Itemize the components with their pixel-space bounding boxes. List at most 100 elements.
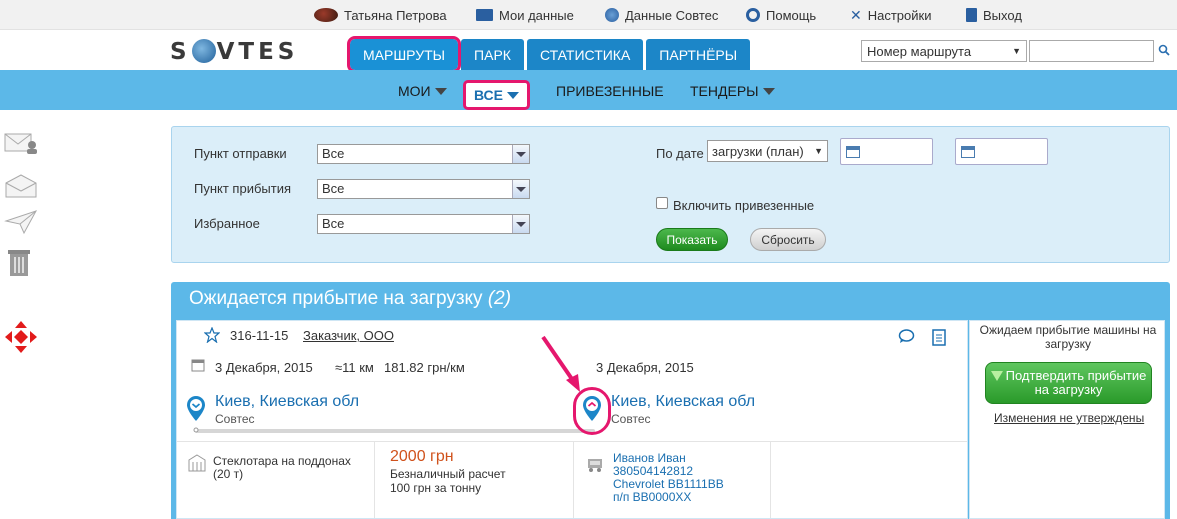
search-type-value: Номер маршрута bbox=[867, 43, 972, 59]
search-input[interactable] bbox=[1029, 40, 1154, 62]
truck-icon bbox=[586, 456, 604, 477]
tab-statistics[interactable]: СТАТИСТИКА bbox=[526, 39, 644, 70]
cargo-weight: (20 т) bbox=[213, 467, 244, 481]
include-delivered-label: Включить привезенные bbox=[673, 198, 815, 213]
open-mail-icon[interactable] bbox=[4, 173, 38, 202]
section-title: Ожидается прибытие на загрузку (2) bbox=[189, 288, 511, 310]
to-company: Совтес bbox=[611, 412, 651, 426]
arrow-down-icon bbox=[990, 371, 1003, 381]
door-icon bbox=[966, 8, 977, 22]
subnav-delivered[interactable]: ПРИВЕЗЕННЫЕ bbox=[556, 83, 664, 99]
rate-per-km: 181.82 грн/км bbox=[384, 360, 465, 375]
subnav-tenders-label: ТЕНДЕРЫ bbox=[690, 83, 759, 99]
driver-phone[interactable]: 380504142812 bbox=[613, 464, 693, 478]
logout-label: Выход bbox=[983, 7, 1022, 23]
id-card-icon bbox=[476, 9, 493, 21]
calendar-icon[interactable] bbox=[846, 146, 860, 158]
arrival-date: 3 Декабря, 2015 bbox=[596, 360, 694, 375]
favorite-label: Избранное bbox=[194, 216, 260, 231]
help-link[interactable]: Помощь bbox=[746, 6, 816, 24]
lifebuoy-icon bbox=[746, 8, 760, 22]
annotation-arrow-icon bbox=[541, 335, 580, 392]
distance: ≈11 км bbox=[335, 360, 374, 375]
include-delivered-checkbox[interactable] bbox=[656, 197, 668, 209]
arrival-select[interactable]: Все bbox=[317, 179, 530, 199]
subnav-delivered-label: ПРИВЕЗЕННЫЕ bbox=[556, 83, 664, 99]
changes-not-approved-link[interactable]: Изменения не утверждены bbox=[994, 411, 1144, 425]
subnav-mine-label: МОИ bbox=[398, 83, 431, 99]
chevron-down-icon bbox=[507, 91, 520, 99]
to-city[interactable]: Киев, Киевская обл bbox=[611, 393, 755, 411]
send-icon[interactable] bbox=[4, 209, 38, 238]
logout-link[interactable]: Выход bbox=[966, 6, 1022, 24]
logo-right: VTES bbox=[216, 39, 299, 65]
subnav-mine[interactable]: МОИ bbox=[398, 83, 447, 99]
date-to-input[interactable] bbox=[955, 138, 1048, 165]
tab-routes[interactable]: МАРШРУТЫ bbox=[346, 36, 462, 73]
my-data-link[interactable]: Мои данные bbox=[476, 6, 574, 24]
confirm-arrival-button[interactable]: Подтвердить прибытие на загрузку bbox=[985, 362, 1152, 404]
vehicle-plate[interactable]: Chevrolet BB1111BB bbox=[613, 477, 724, 491]
departure-date: 3 Декабря, 2015 bbox=[215, 360, 313, 375]
trailer-plate[interactable]: п/п BB0000XX bbox=[613, 490, 691, 504]
move-arrows-icon[interactable] bbox=[4, 320, 38, 357]
date-type-value: загрузки (план) bbox=[712, 143, 804, 159]
calendar-icon[interactable] bbox=[961, 146, 975, 158]
user-name: Татьяна Петрова bbox=[344, 7, 447, 23]
trash-icon[interactable] bbox=[4, 248, 38, 281]
dropdown-arrow-icon bbox=[512, 145, 529, 163]
subnav-all-label: ВСЕ bbox=[473, 87, 504, 103]
sovtes-data-link[interactable]: Данные Совтес bbox=[605, 6, 718, 24]
arrival-value: Все bbox=[322, 181, 345, 196]
top-bar: Татьяна Петрова Мои данные Данные Совтес… bbox=[0, 0, 1177, 30]
dropdown-arrow-icon: ▼ bbox=[1012, 46, 1021, 56]
from-company: Совтес bbox=[215, 412, 255, 426]
favorite-select[interactable]: Все bbox=[317, 214, 530, 234]
globe-logo-icon bbox=[191, 39, 216, 63]
tab-partners[interactable]: ПАРТНЁРЫ bbox=[646, 39, 751, 70]
date-from-input[interactable] bbox=[840, 138, 933, 165]
date-type-select[interactable]: загрузки (план) ▼ bbox=[707, 140, 828, 162]
main-tabs: МАРШРУТЫ ПАРК СТАТИСТИКА ПАРТНЁРЫ bbox=[346, 36, 751, 73]
comment-icon[interactable] bbox=[898, 329, 915, 347]
search-type-select[interactable]: Номер маршрута ▼ bbox=[861, 40, 1027, 62]
section-count: (2) bbox=[487, 288, 512, 309]
divider bbox=[573, 442, 574, 518]
tab-park[interactable]: ПАРК bbox=[461, 39, 524, 70]
route-number: 316-11-15 bbox=[230, 328, 289, 343]
end-pin-icon[interactable] bbox=[582, 395, 602, 432]
chevron-down-icon bbox=[434, 87, 447, 95]
sub-navigation: МОИ ПРИВЕЗЕННЫЕ ТЕНДЕРЫ bbox=[0, 70, 1177, 110]
payment-type: Безналичный расчет bbox=[390, 467, 506, 481]
chevron-down-icon bbox=[762, 87, 775, 95]
user-menu[interactable]: Татьяна Петрова bbox=[314, 6, 447, 24]
my-data-label: Мои данные bbox=[499, 7, 574, 23]
help-label: Помощь bbox=[766, 7, 817, 23]
start-pin-icon[interactable] bbox=[186, 395, 206, 436]
calendar-icon bbox=[191, 358, 205, 375]
confirm-arrival-label: Подтвердить прибытие на загрузку bbox=[1005, 368, 1147, 397]
tools-icon: ✕ bbox=[850, 7, 862, 23]
divider bbox=[770, 442, 771, 518]
document-icon[interactable] bbox=[932, 329, 946, 349]
driver-name[interactable]: Иванов Иван bbox=[613, 451, 686, 465]
customer-link[interactable]: Заказчик, ООО bbox=[303, 328, 394, 343]
cargo-crate-icon bbox=[188, 454, 206, 477]
dropdown-arrow-icon bbox=[512, 215, 529, 233]
favorite-value: Все bbox=[322, 216, 345, 231]
show-button[interactable]: Показать bbox=[656, 228, 728, 251]
departure-select[interactable]: Все bbox=[317, 144, 530, 164]
logo[interactable]: S VTES bbox=[170, 39, 298, 65]
star-icon[interactable] bbox=[203, 326, 221, 346]
settings-label: Настройки bbox=[867, 7, 932, 23]
mail-contact-icon[interactable] bbox=[4, 130, 38, 159]
subnav-all[interactable]: ВСЕ bbox=[463, 80, 530, 110]
avatar bbox=[314, 8, 338, 22]
search-icon[interactable] bbox=[1158, 44, 1170, 59]
reset-button[interactable]: Сбросить bbox=[750, 228, 826, 251]
settings-link[interactable]: ✕ Настройки bbox=[850, 6, 931, 24]
subnav-tenders[interactable]: ТЕНДЕРЫ bbox=[690, 83, 775, 99]
by-date-label: По дате bbox=[656, 146, 704, 161]
globe-icon bbox=[605, 8, 619, 22]
from-city[interactable]: Киев, Киевская обл bbox=[215, 393, 359, 411]
